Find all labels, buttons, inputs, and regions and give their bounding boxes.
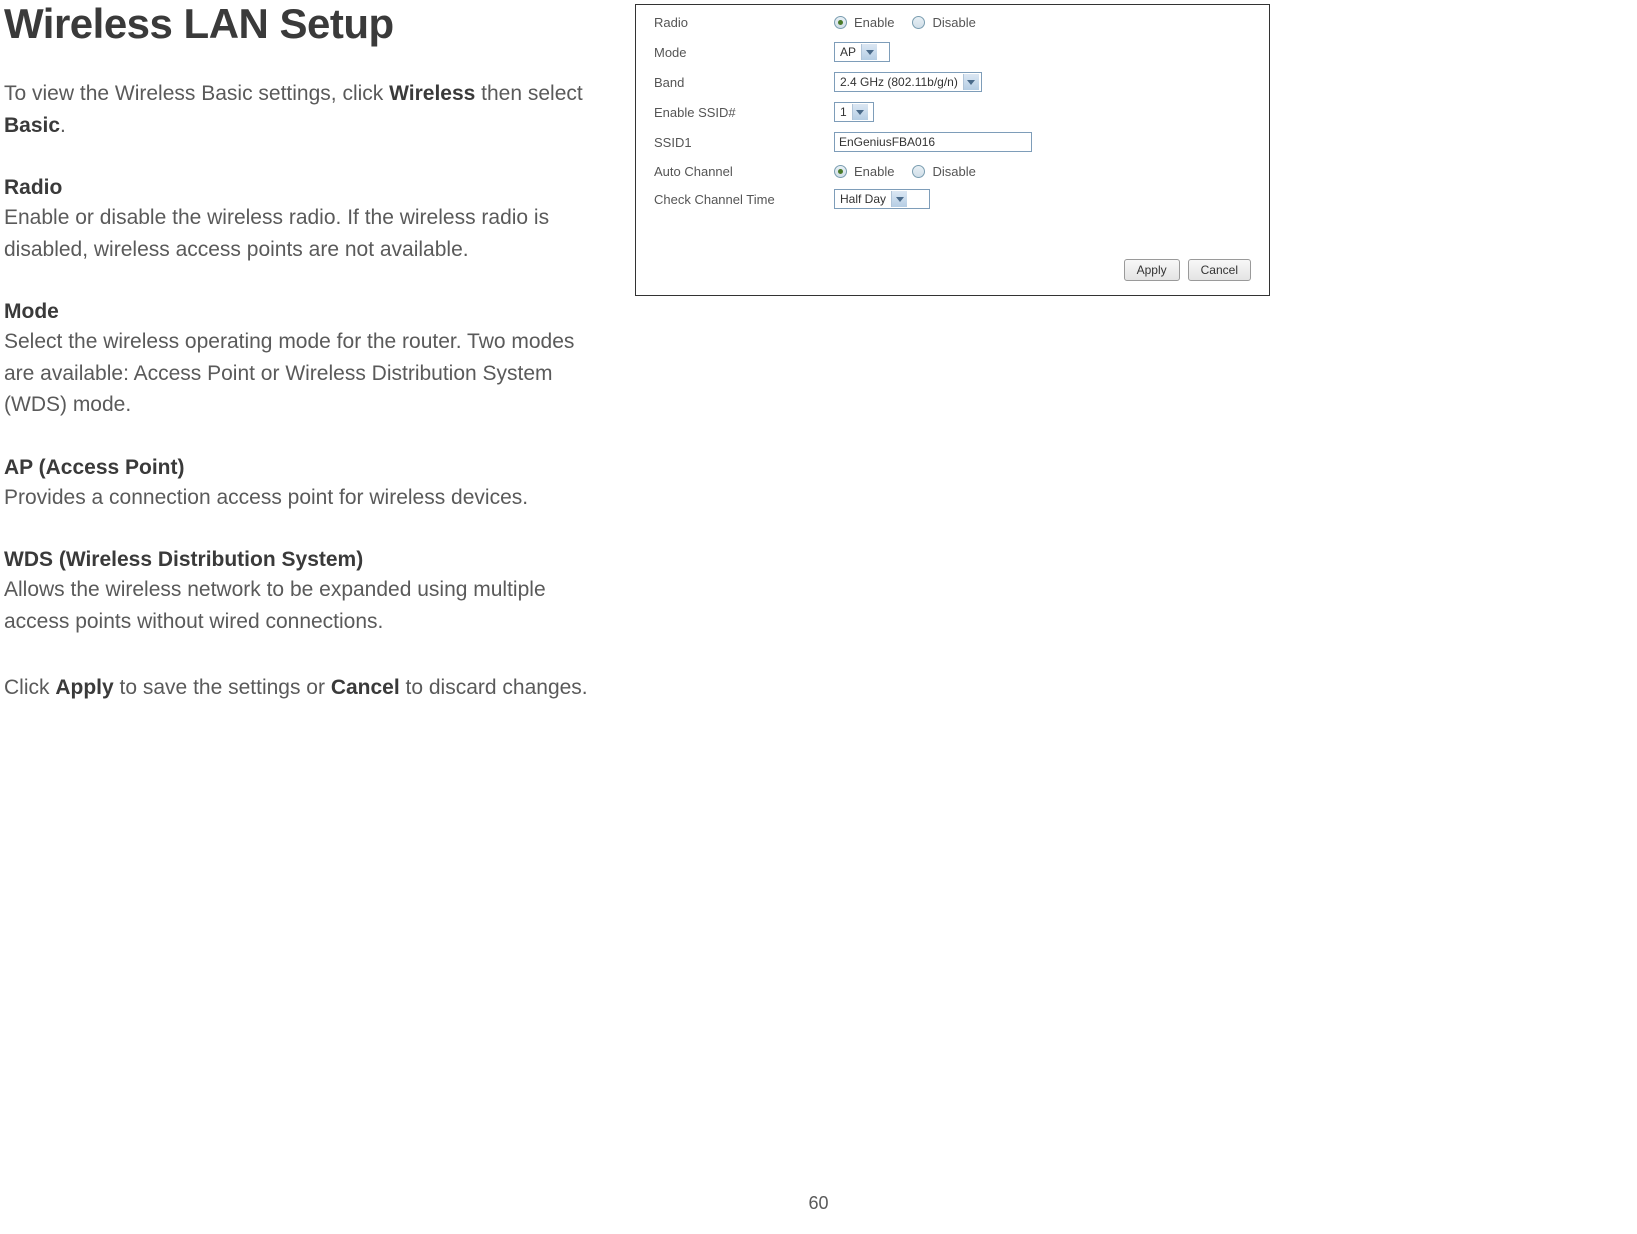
check-channel-time-select[interactable]: Half Day [834,189,930,209]
ssid1-input[interactable]: EnGeniusFBA016 [834,132,1032,152]
closing-cancel-bold: Cancel [331,676,400,699]
radio-label: Radio [654,15,834,30]
chevron-down-icon [861,44,877,60]
band-select-value: 2.4 GHz (802.11b/g/n) [837,75,961,89]
closing-text: to save the settings or [114,676,331,699]
closing-paragraph: Click Apply to save the settings or Canc… [4,672,595,704]
apply-button[interactable]: Apply [1124,259,1180,281]
intro-wireless-bold: Wireless [389,82,475,105]
section-ap-body: Provides a connection access point for w… [4,482,595,514]
enable-ssid-label: Enable SSID# [654,105,834,120]
enable-ssid-select[interactable]: 1 [834,102,874,122]
band-select[interactable]: 2.4 GHz (802.11b/g/n) [834,72,982,92]
intro-basic-bold: Basic [4,114,60,137]
closing-apply-bold: Apply [55,676,113,699]
intro-text: To view the Wireless Basic settings, cli… [4,82,389,105]
check-channel-time-value: Half Day [837,192,889,206]
section-mode-title: Mode [4,300,595,324]
chevron-down-icon [963,74,979,90]
chevron-down-icon [852,104,868,120]
auto-channel-enable-text: Enable [854,164,894,179]
section-mode-body: Select the wireless operating mode for t… [4,326,595,421]
section-radio-body: Enable or disable the wireless radio. If… [4,202,595,265]
closing-text: Click [4,676,55,699]
check-channel-time-label: Check Channel Time [654,192,834,207]
intro-text: then select [475,82,582,105]
page-title: Wireless LAN Setup [4,0,595,48]
settings-panel: Radio Enable Disable Mode AP [635,4,1270,296]
radio-disable-radio[interactable] [912,16,925,29]
page-number: 60 [808,1193,828,1214]
auto-channel-disable-radio[interactable] [912,165,925,178]
cancel-button[interactable]: Cancel [1188,259,1251,281]
enable-ssid-select-value: 1 [837,105,850,119]
auto-channel-label: Auto Channel [654,164,834,179]
ssid1-label: SSID1 [654,135,834,150]
radio-disable-text: Disable [932,15,975,30]
intro-paragraph: To view the Wireless Basic settings, cli… [4,78,595,141]
mode-label: Mode [654,45,834,60]
section-wds-title: WDS (Wireless Distribution System) [4,548,595,572]
closing-text: to discard changes. [400,676,588,699]
band-label: Band [654,75,834,90]
radio-enable-text: Enable [854,15,894,30]
intro-text: . [60,114,66,137]
auto-channel-disable-text: Disable [932,164,975,179]
mode-select[interactable]: AP [834,42,890,62]
ssid1-input-value: EnGeniusFBA016 [839,135,935,149]
section-radio-title: Radio [4,176,595,200]
radio-enable-radio[interactable] [834,16,847,29]
section-ap-title: AP (Access Point) [4,456,595,480]
chevron-down-icon [891,191,907,207]
mode-select-value: AP [837,45,859,59]
auto-channel-enable-radio[interactable] [834,165,847,178]
section-wds-body: Allows the wireless network to be expand… [4,574,595,637]
